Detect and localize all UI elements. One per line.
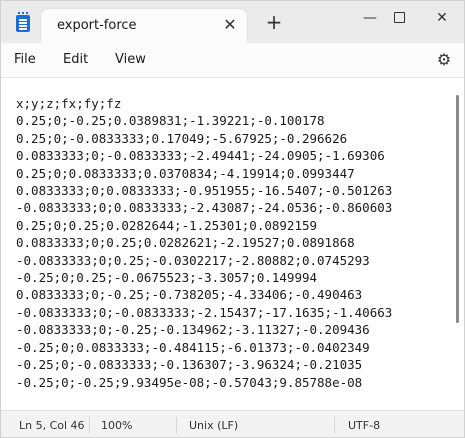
maximize-button[interactable] bbox=[384, 7, 414, 29]
line-14: -0.0833333;0;-0.25;-0.134962;-3.11327;-0… bbox=[16, 322, 370, 338]
text-editor[interactable]: x;y;z;fx;fy;fz 0.25;0;-0.25;0.0389831;-1… bbox=[1, 77, 464, 411]
status-bar: Ln 5, Col 46 100% Unix (LF) UTF-8 bbox=[1, 410, 464, 437]
title-bar: export-force ✕ + — ✕ bbox=[1, 1, 464, 43]
menu-edit[interactable]: Edit bbox=[63, 52, 88, 67]
line-15: -0.25;0;0.0833333;-0.484115;-6.01373;-0.… bbox=[16, 339, 370, 355]
line-8: 0.25;0;0.25;0.0282644;-1.25301;0.0892159 bbox=[16, 217, 318, 233]
editor-content[interactable]: x;y;z;fx;fy;fz 0.25;0;-0.25;0.0389831;-1… bbox=[16, 95, 392, 391]
line-ending[interactable]: Unix (LF) bbox=[189, 419, 238, 432]
settings-gear-icon[interactable]: ⚙ bbox=[435, 51, 453, 69]
line-13: -0.0833333;0;-0.0833333;-2.15437;-17.163… bbox=[16, 304, 393, 320]
maximize-icon bbox=[393, 11, 405, 23]
menu-file[interactable]: File bbox=[14, 52, 36, 67]
line-10: -0.0833333;0;0.25;-0.0302217;-2.80882;0.… bbox=[16, 252, 370, 268]
menu-bar: File Edit View ⚙ bbox=[1, 43, 464, 77]
tab-title: export-force bbox=[57, 18, 137, 33]
cursor-position[interactable]: Ln 5, Col 46 bbox=[19, 419, 85, 432]
tab-close-icon[interactable]: ✕ bbox=[221, 16, 239, 34]
line-6: 0.0833333;0;0.0833333;-0.951955;-16.5407… bbox=[16, 183, 393, 199]
status-divider bbox=[176, 417, 177, 433]
line-17: -0.25;0;-0.25;9.93495e-08;-0.57043;9.857… bbox=[16, 374, 363, 390]
zoom-level[interactable]: 100% bbox=[101, 419, 132, 432]
line-4: 0.0833333;0;-0.0833333;-2.49441;-24.0905… bbox=[16, 148, 385, 164]
notepad-window: export-force ✕ + — ✕ File Edit View ⚙ x;… bbox=[0, 0, 465, 438]
line-9: 0.0833333;0;0.25;0.0282621;-2.19527;0.08… bbox=[16, 235, 355, 251]
menu-view[interactable]: View bbox=[115, 52, 146, 67]
tab-export-force[interactable]: export-force ✕ bbox=[41, 9, 247, 43]
line-5: 0.25;0;0.0833333;0.0370834;-4.19914;0.09… bbox=[16, 165, 355, 181]
line-12: 0.0833333;0;-0.25;-0.738205;-4.33406;-0.… bbox=[16, 287, 363, 303]
vertical-scrollbar[interactable] bbox=[456, 95, 459, 323]
line-11: -0.25;0;0.25;-0.0675523;-3.3057;0.149994 bbox=[16, 270, 318, 286]
line-7: -0.0833333;0;0.0833333;-2.43087;-24.0536… bbox=[16, 200, 393, 216]
line-3: 0.25;0;-0.0833333;0.17049;-5.67925;-0.29… bbox=[16, 130, 348, 146]
line-16: -0.25;0;-0.0833333;-0.136307;-3.96324;-0… bbox=[16, 357, 363, 373]
line-2: 0.25;0;-0.25;0.0389831;-1.39221;-0.10017… bbox=[16, 113, 325, 129]
status-divider bbox=[334, 417, 335, 433]
encoding[interactable]: UTF-8 bbox=[348, 419, 380, 432]
minimize-button[interactable]: — bbox=[355, 7, 385, 29]
close-window-button[interactable]: ✕ bbox=[427, 7, 457, 29]
new-tab-icon[interactable]: + bbox=[265, 12, 283, 32]
line-1: x;y;z;fx;fy;fz bbox=[16, 96, 122, 111]
status-divider bbox=[89, 417, 90, 433]
notepad-app-icon bbox=[16, 12, 30, 32]
